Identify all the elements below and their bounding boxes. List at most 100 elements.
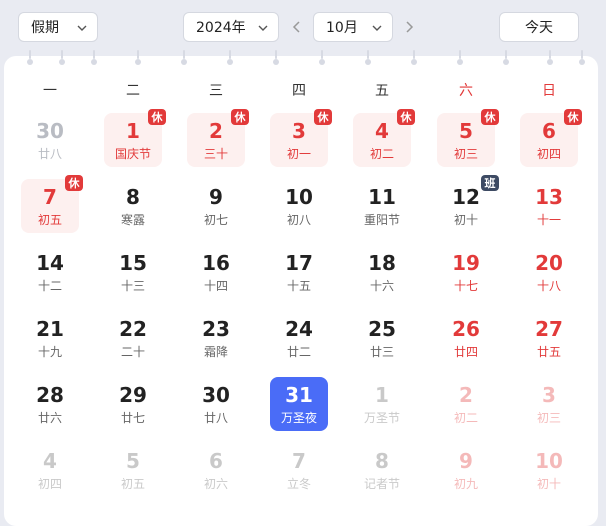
prev-month-button[interactable] xyxy=(288,12,306,42)
binder-ring xyxy=(273,50,279,65)
chevron-right-icon xyxy=(406,21,414,33)
day-cell[interactable]: 4 初二休 xyxy=(353,109,415,167)
lunar-label: 二十 xyxy=(120,345,145,359)
day-cell[interactable]: 14 十二 xyxy=(21,245,79,299)
day-cell[interactable]: 26 廿四 xyxy=(437,311,495,365)
day-number: 4 xyxy=(43,449,57,473)
day-cell[interactable]: 4 初四 xyxy=(21,443,79,497)
day-cell[interactable]: 10 初十 xyxy=(520,443,578,497)
lunar-label: 万圣夜 xyxy=(280,411,317,425)
today-button[interactable]: 今天 xyxy=(499,12,579,42)
day-cell[interactable]: 5 初三休 xyxy=(437,109,499,167)
day-cell[interactable]: 9 初七 xyxy=(187,179,245,233)
lunar-label: 十五 xyxy=(286,279,311,293)
day-number: 11 xyxy=(368,185,396,209)
lunar-label: 重阳节 xyxy=(363,213,400,227)
day-cell[interactable]: 30 廿八 xyxy=(21,113,79,167)
day-cell[interactable]: 8 记者节 xyxy=(353,443,411,497)
lunar-label: 初九 xyxy=(453,477,478,491)
day-cell[interactable]: 29 廿七 xyxy=(104,377,162,431)
day-cell[interactable]: 7 立冬 xyxy=(270,443,328,497)
lunar-label: 初四 xyxy=(536,147,561,161)
day-cell-selected[interactable]: 31 万圣夜 xyxy=(270,377,328,431)
year-select-label: 2024年 xyxy=(196,20,246,36)
day-cell[interactable]: 11 重阳节 xyxy=(353,179,411,233)
day-cell[interactable]: 8 寒露 xyxy=(104,179,162,233)
lunar-label: 廿七 xyxy=(120,411,145,425)
today-button-label: 今天 xyxy=(525,20,553,36)
lunar-label: 十九 xyxy=(37,345,62,359)
binder-ring xyxy=(27,50,33,65)
day-number: 9 xyxy=(459,449,473,473)
day-number: 21 xyxy=(36,317,64,341)
day-cell[interactable]: 19 十七 xyxy=(437,245,495,299)
lunar-label: 立冬 xyxy=(286,477,311,491)
lunar-label: 十一 xyxy=(536,213,561,227)
lunar-label: 霜降 xyxy=(203,345,228,359)
binder-ring xyxy=(135,50,141,65)
day-cell[interactable]: 10 初八 xyxy=(270,179,328,233)
binder-ring xyxy=(181,50,187,65)
day-cell[interactable]: 3 初一休 xyxy=(270,109,332,167)
binder-ring xyxy=(457,50,463,65)
lunar-label: 初四 xyxy=(37,477,62,491)
day-cell[interactable]: 13 十一 xyxy=(520,179,578,233)
day-number: 22 xyxy=(119,317,147,341)
day-cell[interactable]: 27 廿五 xyxy=(520,311,578,365)
day-cell[interactable]: 5 初五 xyxy=(104,443,162,497)
day-cell[interactable]: 3 初三 xyxy=(520,377,578,431)
holiday-select[interactable]: 假期 xyxy=(18,12,98,42)
day-cell[interactable]: 30 廿八 xyxy=(187,377,245,431)
workday-badge: 班 xyxy=(481,175,499,191)
day-cell[interactable]: 28 廿六 xyxy=(21,377,79,431)
day-cell[interactable]: 18 十六 xyxy=(353,245,411,299)
day-cell[interactable]: 22 二十 xyxy=(104,311,162,365)
day-cell[interactable]: 24 廿二 xyxy=(270,311,328,365)
day-cell[interactable]: 6 初四休 xyxy=(520,109,582,167)
day-cell[interactable]: 20 十八 xyxy=(520,245,578,299)
lunar-label: 廿二 xyxy=(286,345,311,359)
lunar-label: 廿三 xyxy=(369,345,394,359)
lunar-label: 寒露 xyxy=(120,213,145,227)
lunar-label: 国庆节 xyxy=(114,147,151,161)
day-number: 3 xyxy=(542,383,556,407)
day-number: 7 xyxy=(292,449,306,473)
day-cell[interactable]: 25 廿三 xyxy=(353,311,411,365)
day-cell[interactable]: 12 初十班 xyxy=(437,175,499,233)
binder-ring xyxy=(59,50,65,65)
day-number: 25 xyxy=(368,317,396,341)
next-month-button[interactable] xyxy=(400,12,418,42)
day-cell[interactable]: 2 初二 xyxy=(437,377,495,431)
chevron-left-icon xyxy=(292,21,300,33)
lunar-label: 初一 xyxy=(286,147,311,161)
weekday-label: 四 xyxy=(292,83,306,99)
day-cell[interactable]: 21 十九 xyxy=(21,311,79,365)
day-cell[interactable]: 17 十五 xyxy=(270,245,328,299)
day-number: 16 xyxy=(202,251,230,275)
day-cell[interactable]: 23 霜降 xyxy=(187,311,245,365)
day-cell[interactable]: 1 国庆节休 xyxy=(104,109,166,167)
day-cell[interactable]: 2 三十休 xyxy=(187,109,249,167)
day-cell[interactable]: 9 初九 xyxy=(437,443,495,497)
day-cell[interactable]: 15 十三 xyxy=(104,245,162,299)
day-number: 8 xyxy=(375,449,389,473)
lunar-label: 初三 xyxy=(536,411,561,425)
month-select[interactable]: 10月 xyxy=(313,12,393,42)
lunar-label: 初五 xyxy=(120,477,145,491)
day-cell[interactable]: 7 初五休 xyxy=(21,175,83,233)
lunar-label: 初二 xyxy=(453,411,478,425)
lunar-label: 廿八 xyxy=(37,147,62,161)
day-cell[interactable]: 16 十四 xyxy=(187,245,245,299)
weekday-label: 六 xyxy=(459,83,473,99)
holiday-badge: 休 xyxy=(397,109,415,125)
day-cell[interactable]: 6 初六 xyxy=(187,443,245,497)
day-number: 30 xyxy=(36,119,64,143)
lunar-label: 初二 xyxy=(369,147,394,161)
year-select[interactable]: 2024年 xyxy=(183,12,279,42)
day-number: 19 xyxy=(452,251,480,275)
weekday-label: 一 xyxy=(43,83,57,99)
day-number: 28 xyxy=(36,383,64,407)
lunar-label: 初八 xyxy=(286,213,311,227)
day-number: 14 xyxy=(36,251,64,275)
day-cell[interactable]: 1 万圣节 xyxy=(353,377,411,431)
